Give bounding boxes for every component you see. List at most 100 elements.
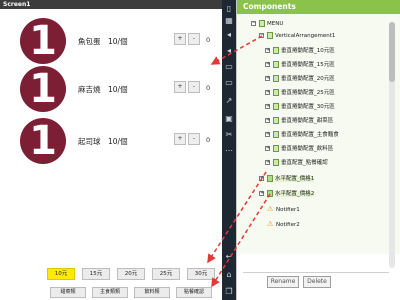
increase-button[interactable]: + — [174, 81, 186, 93]
order-confirm-button[interactable]: 點餐確認 — [176, 287, 212, 298]
toolbox-icon[interactable]: ▣ — [224, 114, 234, 124]
item-number: 1 — [29, 118, 57, 164]
delete-button[interactable]: Delete — [303, 276, 331, 288]
price-button-20[interactable]: 20元 — [117, 268, 145, 280]
tree-node[interactable]: − VerticalArrangement1 — [259, 31, 335, 41]
arrangement-icon — [267, 32, 273, 39]
collapse-icon[interactable]: − — [259, 33, 264, 38]
palette-strip: ▯ ▦ ◂ ◂ ▭ ▭ ↗ ▣ ✂ ⋯ ↩ ⌂ ❐ — [222, 0, 236, 300]
decrease-button[interactable]: - — [188, 133, 200, 145]
screen-titlebar: Screen1 — [0, 0, 222, 9]
arrangement-icon — [273, 159, 279, 166]
menu-item-row: 1 魚包蛋 10/個 + - 0 — [0, 14, 222, 66]
tablet-icon[interactable]: ▭ — [224, 62, 234, 72]
tree-node[interactable]: + 垂直配置_點餐確認 — [265, 158, 328, 168]
warning-icon: ⚠ — [267, 205, 274, 213]
item-number-badge: 1 — [20, 18, 66, 64]
expand-icon[interactable]: + — [259, 176, 264, 181]
menu-item-row: 1 麻吉燒 10/個 + - 0 — [0, 62, 222, 114]
tree-node[interactable]: + 垂直捲動配置_15元區 — [265, 60, 335, 70]
expand-icon[interactable]: + — [265, 90, 270, 95]
monitor-icon[interactable]: ▭ — [224, 78, 234, 88]
price-button-15[interactable]: 15元 — [82, 268, 110, 280]
item-price: 10/個 — [108, 85, 128, 94]
image-icon — [267, 190, 273, 197]
tree-node[interactable]: ⚠ Notifier2 — [267, 220, 300, 230]
decrease-button[interactable]: - — [188, 81, 200, 93]
category-button-main[interactable]: 主食類類 — [92, 287, 128, 298]
tree-node[interactable]: + 垂直捲動配置_主食麵食 — [265, 130, 339, 140]
component-tree: − MENU − VerticalArrangement1 + 垂直捲動配置_10元區… — [237, 14, 400, 254]
expand-icon[interactable]: + — [265, 132, 270, 137]
expand-icon[interactable]: + — [265, 76, 270, 81]
increase-button[interactable]: + — [174, 133, 186, 145]
collapse-icon[interactable]: − — [251, 21, 256, 26]
category-button-drinks[interactable]: 飲料類 — [134, 287, 170, 298]
screen-title: Screen1 — [3, 1, 31, 8]
scrollbar-thumb[interactable] — [389, 22, 395, 82]
arrangement-icon — [273, 61, 279, 68]
panel-divider — [243, 272, 389, 273]
item-name: 起司球 — [78, 137, 101, 146]
tree-node[interactable]: + 垂直捲動配置_飲料區 — [265, 144, 333, 154]
image-icon — [267, 175, 273, 182]
item-quantity: 0 — [206, 84, 211, 92]
scissors-icon[interactable]: ✂ — [224, 130, 234, 140]
home-icon[interactable]: ⌂ — [224, 270, 234, 280]
expand-icon[interactable]: + — [265, 104, 270, 109]
speaker-icon[interactable]: ◂ — [224, 46, 234, 56]
arrangement-icon — [273, 89, 279, 96]
arrangement-icon — [273, 131, 279, 138]
expand-icon[interactable]: + — [265, 48, 270, 53]
item-quantity: 0 — [206, 36, 211, 44]
arrangement-icon — [273, 75, 279, 82]
layout-icon[interactable]: ▦ — [224, 16, 234, 26]
components-panel: Components − MENU − VerticalArrangement1 +… — [236, 0, 400, 300]
expand-icon[interactable]: + — [259, 191, 264, 196]
components-title: Components — [243, 2, 296, 11]
speaker-icon[interactable]: ◂ — [224, 30, 234, 40]
price-button-25[interactable]: 25元 — [152, 268, 180, 280]
tree-node[interactable]: + 垂直捲動配置_30元區 — [265, 102, 335, 112]
warning-icon: ⚠ — [267, 220, 274, 228]
tree-node-menu[interactable]: − MENU — [251, 19, 283, 29]
increase-button[interactable]: + — [174, 33, 186, 45]
arrangement-icon — [273, 145, 279, 152]
decrease-button[interactable]: - — [188, 33, 200, 45]
expand-icon[interactable]: + — [265, 160, 270, 165]
item-name: 魚包蛋 — [78, 37, 101, 46]
phone-screen: Screen1 1 魚包蛋 10/個 + - 0 1 麻吉燒 10/個 + - … — [0, 0, 222, 300]
tree-node[interactable]: + 水平配置_價格2 — [259, 189, 315, 199]
arrangement-icon — [273, 47, 279, 54]
recent-icon[interactable]: ❐ — [224, 287, 234, 297]
phone-icon[interactable]: ▯ — [224, 4, 234, 14]
item-number: 1 — [29, 18, 57, 64]
tree-scrollbar[interactable] — [389, 22, 395, 268]
expand-icon[interactable]: + — [265, 146, 270, 151]
price-button-10[interactable]: 10元 — [47, 268, 75, 280]
item-name: 麻吉燒 — [78, 85, 101, 94]
rename-button[interactable]: Rename — [267, 276, 299, 288]
screen-icon — [259, 20, 265, 27]
tree-node[interactable]: ⚠ Notifier1 — [267, 205, 300, 215]
arrow-icon[interactable]: ↗ — [224, 96, 234, 106]
back-icon[interactable]: ↩ — [224, 252, 234, 262]
expand-icon[interactable]: + — [265, 118, 270, 123]
arrangement-icon — [273, 117, 279, 124]
tree-node[interactable]: + 垂直捲動配置_25元區 — [265, 88, 335, 98]
item-price: 10/個 — [108, 37, 128, 46]
more-icon[interactable]: ⋯ — [224, 146, 234, 156]
category-button-dessert[interactable]: 甜菜類 — [50, 287, 86, 298]
item-number-badge: 1 — [20, 66, 66, 112]
tree-node[interactable]: + 垂直捲動配置_20元區 — [265, 74, 335, 84]
item-quantity: 0 — [206, 136, 211, 144]
item-number: 1 — [29, 66, 57, 112]
item-number-badge: 1 — [20, 118, 66, 164]
tree-node[interactable]: + 水平配置_價格1 — [259, 174, 315, 184]
expand-icon[interactable]: + — [265, 62, 270, 67]
item-price: 10/個 — [108, 137, 128, 146]
tree-node[interactable]: + 垂直捲動配置_甜菜區 — [265, 116, 333, 126]
price-button-30[interactable]: 30元 — [187, 268, 215, 280]
tree-node[interactable]: + 垂直捲動配置_10元區 — [265, 46, 335, 56]
arrangement-icon — [273, 103, 279, 110]
